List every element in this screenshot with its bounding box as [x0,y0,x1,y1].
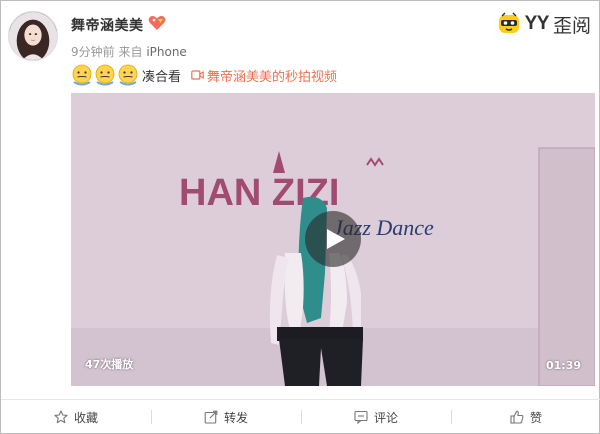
play-icon [326,229,345,249]
star-icon [54,410,68,424]
like-label: 赞 [529,410,542,425]
post-meta: 9分钟前 来自 iPhone [71,43,187,60]
brand-logo: YY 歪阅 [497,11,591,37]
grimace-emoji-icon [95,64,115,86]
post-text: 凑合看 [142,69,182,85]
avatar[interactable] [8,11,58,61]
repost-button[interactable]: 转发 [151,400,301,434]
grimace-emoji-icon [72,64,92,86]
video-player[interactable]: HAN ZIZI Jazz Dance 47次播放 01:39 [71,93,595,386]
post-source[interactable]: iPhone [146,45,187,59]
comment-label: 评论 [373,410,398,425]
view-count: 47次播放 [85,358,134,371]
comment-icon [354,410,368,424]
repost-label: 转发 [223,410,248,425]
thumbs-up-icon [510,410,524,424]
video-link-label[interactable]: 舞帝涵美美的秒拍视频 [207,66,337,85]
username[interactable]: 舞帝涵美美 [71,15,144,35]
post-content: 凑合看 舞帝涵美美的秒拍视频 [71,64,337,86]
post-time[interactable]: 9分钟前 [71,45,115,59]
brand-logo-text: YY [524,13,550,34]
video-duration: 01:39 [545,359,581,372]
favorite-button[interactable]: 收藏 [1,400,151,434]
play-button[interactable] [305,211,361,267]
video-link[interactable]: 舞帝涵美美的秒拍视频 [191,66,337,85]
yy-mascot-icon [498,12,519,33]
brand-logo-cn: 歪阅 [552,15,591,37]
action-bar: 收藏 转发 评论 赞 [1,400,600,434]
video-camera-icon [191,70,204,80]
weibo-post-card: 舞帝涵美美 9分钟前 来自 iPhone YY 歪阅 凑合看 舞帝涵美美的秒拍视… [0,0,600,434]
favorite-label: 收藏 [73,410,98,425]
source-prefix: 来自 [118,45,143,59]
heart-badge-icon [148,16,166,30]
grimace-emoji-icon [118,64,138,86]
comment-button[interactable]: 评论 [301,400,451,434]
share-icon [204,410,218,424]
like-button[interactable]: 赞 [451,400,600,434]
